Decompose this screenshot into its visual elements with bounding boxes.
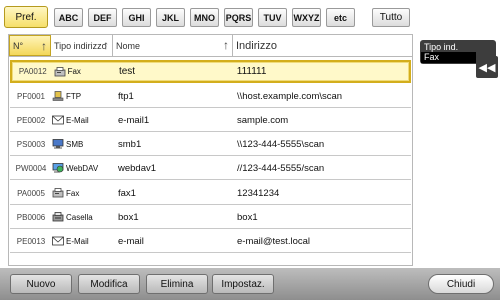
row-number: PA0005 — [17, 188, 45, 198]
table-row[interactable]: PE0013 E-Mail e-mail e-mail@test.local — [10, 230, 411, 253]
webdav-icon — [52, 163, 64, 173]
row-name: test — [118, 66, 136, 77]
index-tabs: ABC DEF GHI JKL MNO PQRS TUV WXYZ etc — [54, 8, 360, 27]
row-address: e-mail@test.local — [237, 235, 310, 247]
row-name: webdav1 — [118, 162, 157, 174]
table-row[interactable]: PE0002 E-Mail e-mail1 sample.com — [10, 109, 411, 132]
tab-pqrs[interactable]: PQRS — [224, 8, 253, 27]
table-row[interactable]: PA0012 Fax test 111111 — [10, 60, 411, 83]
tab-tuv[interactable]: TUV — [258, 8, 287, 27]
tab-pref[interactable]: Pref. — [4, 6, 48, 28]
edit-button[interactable]: Modifica — [78, 274, 140, 294]
double-chevron-left-icon: ◀◀ — [478, 61, 496, 74]
sort-up-icon: ↑ — [41, 39, 47, 53]
row-address: box1 — [237, 211, 258, 223]
header-type-label: Tipo indirizzo — [54, 40, 107, 51]
row-number: PE0002 — [16, 115, 46, 125]
row-number: PB0006 — [16, 212, 46, 222]
email-icon — [52, 236, 64, 246]
table-row[interactable]: PW0004 WebDAV webdav1 //123-444-5555/sca… — [10, 157, 411, 180]
box-icon — [52, 212, 64, 222]
address-type-label: Tipo ind. — [424, 42, 459, 52]
row-type: SMB — [52, 139, 114, 149]
row-type: E-Mail — [52, 115, 114, 125]
delete-button[interactable]: Elimina — [146, 274, 208, 294]
header-address-label: Indirizzo — [236, 39, 277, 52]
row-name: smb1 — [118, 138, 142, 150]
sort-up-icon: ↑ — [103, 38, 109, 52]
sort-up-icon: ↑ — [223, 38, 229, 52]
row-number: PW0004 — [15, 163, 47, 173]
row-address: //123-444-5555/scan — [237, 162, 325, 174]
collapse-panel-button[interactable]: ◀◀ — [476, 56, 498, 78]
row-address: 12341234 — [237, 187, 280, 199]
row-type-label: E-Mail — [66, 115, 89, 125]
row-address: 111111 — [236, 66, 267, 77]
table-row[interactable]: PS0003 SMB smb1 \\123-444-5555\scan — [10, 133, 411, 156]
row-name: e-mail1 — [118, 114, 150, 126]
address-table: N° ↑ Tipo indirizzo ↑ Nome ↑ Indirizzo P… — [8, 34, 413, 266]
tab-etc[interactable]: etc — [326, 8, 355, 27]
row-address: \\host.example.com\scan — [237, 90, 343, 102]
row-number: PS0003 — [16, 139, 46, 149]
row-number: PE0013 — [16, 236, 46, 246]
header-number-label: N° — [13, 40, 24, 51]
row-type: Fax — [52, 188, 114, 198]
close-button[interactable]: Chiudi — [428, 274, 494, 294]
row-type: Casella — [52, 212, 114, 222]
row-number: PF0001 — [16, 91, 46, 101]
row-type-label: Fax — [66, 188, 80, 198]
email-icon — [52, 115, 64, 125]
row-type-label: Fax — [67, 67, 81, 76]
row-type-label: WebDAV — [66, 163, 99, 173]
ftp-icon — [52, 91, 64, 101]
all-button[interactable]: Tutto — [372, 8, 410, 27]
tab-mno[interactable]: MNO — [190, 8, 219, 27]
row-type-label: FTP — [66, 91, 82, 101]
row-type-label: E-Mail — [66, 236, 89, 246]
row-number: PA0012 — [18, 67, 47, 76]
row-type: Fax — [54, 66, 115, 77]
row-type: FTP — [52, 91, 114, 101]
row-name: ftp1 — [118, 90, 134, 102]
header-type[interactable]: Tipo indirizzo ↑ — [51, 35, 113, 56]
tab-ghi[interactable]: GHI — [122, 8, 151, 27]
row-name: box1 — [118, 211, 139, 223]
row-type: E-Mail — [52, 236, 114, 246]
tab-abc[interactable]: ABC — [54, 8, 83, 27]
row-name: fax1 — [118, 187, 136, 199]
address-type-value: Fax — [421, 52, 476, 63]
fax-icon — [52, 188, 64, 198]
header-number[interactable]: N° ↑ — [9, 35, 51, 56]
table-row[interactable]: PF0001 FTP ftp1 \\host.example.com\scan — [10, 85, 411, 108]
row-type-label: Casella — [66, 212, 93, 222]
row-address: sample.com — [237, 114, 289, 126]
table-row[interactable]: PA0005 Fax fax1 12341234 — [10, 182, 411, 205]
header-address: Indirizzo — [233, 35, 412, 56]
fax-icon — [54, 66, 66, 77]
new-button[interactable]: Nuovo — [10, 274, 72, 294]
table-header: N° ↑ Tipo indirizzo ↑ Nome ↑ Indirizzo — [9, 35, 412, 57]
row-type-label: SMB — [66, 139, 84, 149]
row-address: \\123-444-5555\scan — [237, 138, 325, 150]
row-name: e-mail — [118, 235, 144, 247]
tab-def[interactable]: DEF — [88, 8, 117, 27]
header-name[interactable]: Nome ↑ — [113, 35, 233, 56]
row-type: WebDAV — [52, 163, 114, 173]
table-row[interactable]: PB0006 Casella box1 box1 — [10, 206, 411, 229]
settings-button[interactable]: Impostaz. — [212, 274, 274, 294]
header-name-label: Nome — [116, 40, 141, 51]
tab-wxyz[interactable]: WXYZ — [292, 8, 321, 27]
bottom-toolbar: Nuovo Modifica Elimina Impostaz. Chiudi — [0, 268, 500, 300]
tab-jkl[interactable]: JKL — [156, 8, 185, 27]
smb-icon — [52, 139, 64, 149]
